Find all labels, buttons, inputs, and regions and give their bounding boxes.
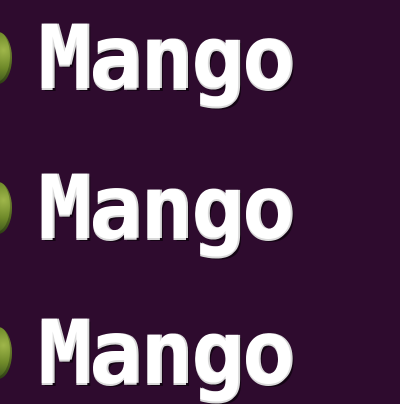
- mango-icon: [0, 327, 12, 379]
- list-item[interactable]: Mango: [0, 301, 400, 404]
- mango-icon: [0, 182, 12, 234]
- item-label: Mango: [38, 156, 295, 259]
- list-item[interactable]: Mango: [0, 156, 400, 259]
- item-label: Mango: [38, 301, 295, 404]
- list-item[interactable]: Mango: [0, 6, 400, 109]
- mango-icon: [0, 32, 12, 84]
- item-list: Mango Mango Mango: [0, 0, 400, 400]
- item-label: Mango: [38, 6, 295, 109]
